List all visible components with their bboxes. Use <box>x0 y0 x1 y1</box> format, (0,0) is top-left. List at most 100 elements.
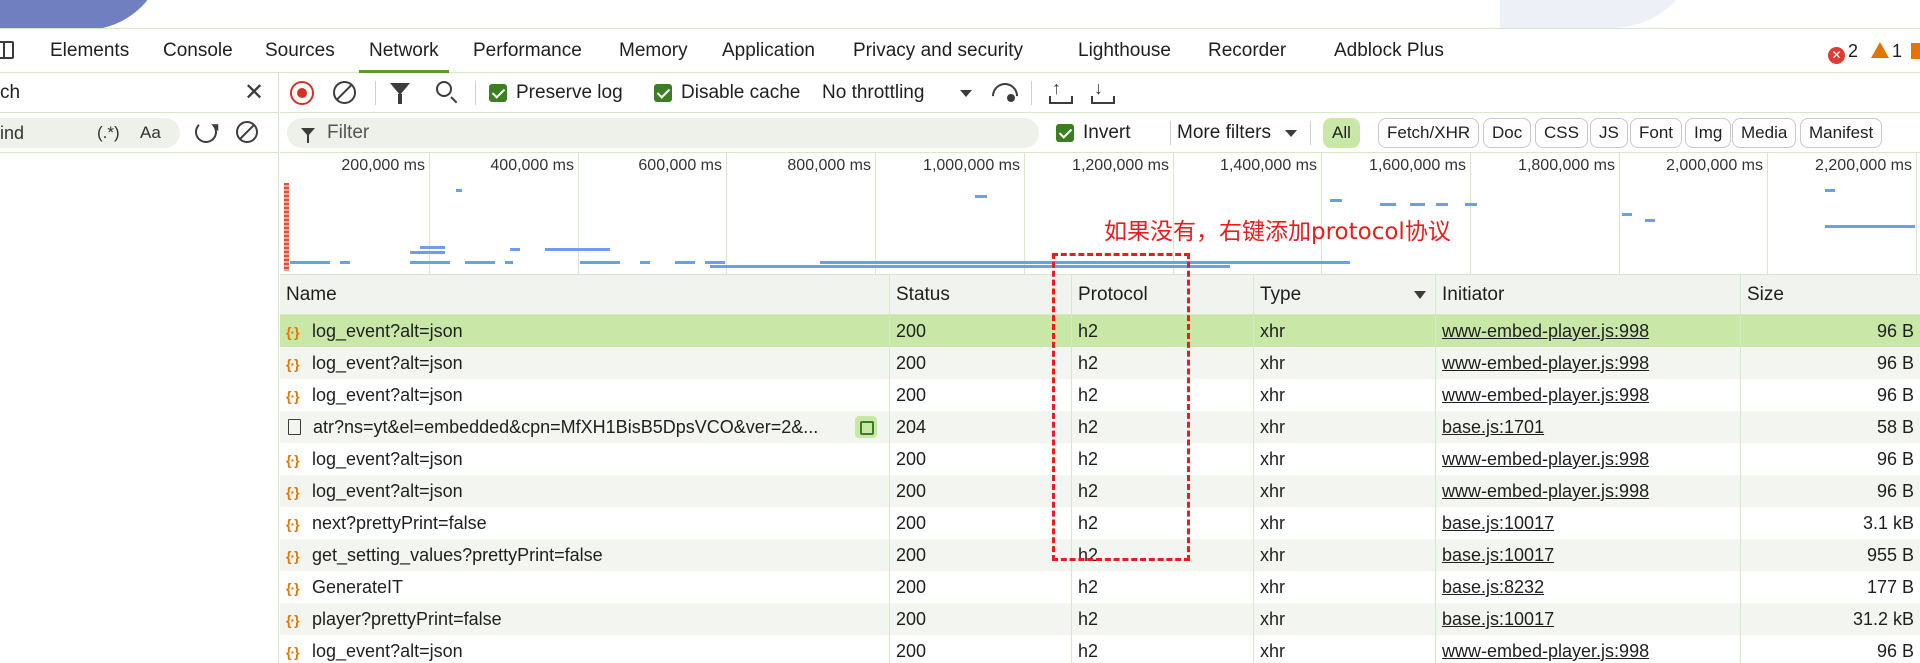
timeline-request-bar <box>1645 219 1655 222</box>
xhr-icon: {·} <box>286 484 300 500</box>
filter-type-css[interactable]: CSS <box>1535 118 1588 148</box>
export-har-icon[interactable] <box>1091 78 1115 104</box>
issues-icon <box>1911 43 1920 59</box>
tab-network[interactable]: Network <box>359 29 449 73</box>
timeline-tick-label: 1,400,000 ms <box>1220 157 1317 174</box>
tab-sources[interactable]: Sources <box>265 29 335 73</box>
cell-type: xhr <box>1253 379 1435 411</box>
cell-initiator[interactable]: base.js:8232 <box>1435 571 1740 603</box>
cell-name[interactable]: {·} log_event?alt=json <box>280 347 889 379</box>
tab-performance[interactable]: Performance <box>473 29 582 73</box>
cell-type: xhr <box>1253 443 1435 475</box>
timeline-request-bar <box>1330 199 1342 202</box>
invert-checkbox[interactable] <box>1056 124 1074 142</box>
timeline-gridline <box>578 153 579 274</box>
issues-counter[interactable]: ✕ 2 ! 1 <box>1828 29 1920 73</box>
refresh-icon[interactable] <box>195 121 217 143</box>
clear-log-icon[interactable] <box>333 81 356 104</box>
tab-privacy-and-security[interactable]: Privacy and security <box>853 29 1023 73</box>
cell-name[interactable]: {·} log_event?alt=json <box>280 635 889 663</box>
timeline-request-bar <box>580 261 610 264</box>
close-icon[interactable]: ✕ <box>244 77 264 109</box>
network-conditions-icon[interactable] <box>992 83 1016 103</box>
cell-initiator[interactable]: www-embed-player.js:998 <box>1435 379 1740 411</box>
filter-type-manifest[interactable]: Manifest <box>1800 118 1883 148</box>
tab-adblock-plus[interactable]: Adblock Plus <box>1334 29 1444 73</box>
throttling-select[interactable]: No throttling <box>822 73 924 113</box>
filter-field[interactable] <box>287 118 1039 148</box>
cell-name[interactable]: {·} log_event?alt=json <box>280 443 889 475</box>
cell-initiator[interactable]: base.js:1701 <box>1435 411 1740 443</box>
filter-type-js[interactable]: JS <box>1590 118 1628 148</box>
filter-type-doc[interactable]: Doc <box>1483 118 1532 148</box>
cell-size: 96 B <box>1740 347 1920 379</box>
request-name: log_event?alt=json <box>312 353 463 373</box>
table-row[interactable]: {·} log_event?alt=json 200 h2 xhr www-embed-p… <box>280 635 1920 663</box>
match-case-toggle[interactable]: Aa <box>140 118 161 148</box>
cell-name[interactable]: {·} log_event?alt=json <box>280 315 889 347</box>
filter-type-all[interactable]: All <box>1323 118 1360 148</box>
cell-initiator[interactable]: www-embed-player.js:998 <box>1435 315 1740 347</box>
cell-name[interactable]: {·} get_setting_values?prettyPrint=false <box>280 539 889 571</box>
cell-initiator[interactable]: www-embed-player.js:998 <box>1435 443 1740 475</box>
disable-cache-checkbox[interactable] <box>654 84 672 102</box>
cell-size: 96 B <box>1740 315 1920 347</box>
cell-initiator[interactable]: www-embed-player.js:998 <box>1435 347 1740 379</box>
filter-icon[interactable] <box>390 83 410 104</box>
more-filters-button[interactable]: More filters <box>1177 113 1271 153</box>
cell-initiator[interactable]: www-embed-player.js:998 <box>1435 475 1740 507</box>
xhr-icon: {·} <box>286 388 300 404</box>
request-name: player?prettyPrint=false <box>312 609 502 629</box>
regex-toggle[interactable]: (.*) <box>97 118 120 148</box>
extension-icon[interactable] <box>855 416 877 438</box>
cell-initiator[interactable]: base.js:10017 <box>1435 539 1740 571</box>
cell-name[interactable]: {·} log_event?alt=json <box>280 475 889 507</box>
filter-type-fetch-xhr[interactable]: Fetch/XHR <box>1378 118 1480 148</box>
timeline-request-bar <box>1825 189 1835 192</box>
clear-icon[interactable] <box>236 121 258 143</box>
chevron-down-icon[interactable] <box>1285 130 1297 137</box>
cell-name[interactable]: atr?ns=yt&el=embedded&cpn=MfXH1BisB5DpsV… <box>280 411 889 443</box>
table-row[interactable]: {·} GenerateIT 200 h2 xhr base.js:8232 177 B <box>280 571 1920 603</box>
filter-type-img[interactable]: Img <box>1685 118 1732 148</box>
cell-name[interactable]: {·} next?prettyPrint=false <box>280 507 889 539</box>
toolbar-divider <box>475 81 476 105</box>
request-name: atr?ns=yt&el=embedded&cpn=MfXH1BisB5DpsV… <box>313 417 819 437</box>
filter-type-font[interactable]: Font <box>1630 118 1683 148</box>
filter-type-media[interactable]: Media <box>1732 118 1797 148</box>
filter-input[interactable] <box>327 118 1027 148</box>
cell-name[interactable]: {·} player?prettyPrint=false <box>280 603 889 635</box>
cell-name[interactable]: {·} GenerateIT <box>280 571 889 603</box>
request-name: log_event?alt=json <box>312 449 463 469</box>
cell-type: xhr <box>1253 347 1435 379</box>
cell-status: 200 <box>889 507 1071 539</box>
preserve-log-label: Preserve log <box>516 82 623 103</box>
column-header-size[interactable]: Size <box>1740 275 1920 315</box>
cell-status: 200 <box>889 539 1071 571</box>
xhr-icon: {·} <box>286 324 300 340</box>
import-har-icon[interactable] <box>1049 78 1073 104</box>
search-panel-controls: ind (.*) Aa <box>0 113 279 153</box>
cell-initiator[interactable]: base.js:10017 <box>1435 507 1740 539</box>
tab-lighthouse[interactable]: Lighthouse <box>1078 29 1171 73</box>
table-row[interactable]: {·} player?prettyPrint=false 200 h2 xhr base.… <box>280 603 1920 635</box>
tab-console[interactable]: Console <box>163 29 233 73</box>
tab-application[interactable]: Application <box>722 29 815 73</box>
chevron-down-icon[interactable] <box>960 90 972 97</box>
dock-side-icon[interactable] <box>0 41 14 59</box>
record-icon[interactable] <box>290 81 314 105</box>
cell-name[interactable]: {·} log_event?alt=json <box>280 379 889 411</box>
cell-initiator[interactable]: base.js:10017 <box>1435 603 1740 635</box>
annotation-text: 如果没有，右键添加protocol协议 <box>1104 219 1451 245</box>
tab-memory[interactable]: Memory <box>619 29 688 73</box>
search-icon[interactable] <box>436 81 452 97</box>
column-header-initiator[interactable]: Initiator <box>1435 275 1740 315</box>
tab-recorder[interactable]: Recorder <box>1208 29 1286 73</box>
cell-initiator[interactable]: www-embed-player.js:998 <box>1435 635 1740 663</box>
search-input[interactable]: ind (.*) Aa <box>0 118 180 148</box>
tab-elements[interactable]: Elements <box>50 29 129 73</box>
column-header-type[interactable]: Type <box>1253 275 1435 315</box>
preserve-log-checkbox[interactable] <box>489 84 507 102</box>
column-header-name[interactable]: Name <box>280 275 889 315</box>
column-header-status[interactable]: Status <box>889 275 1071 315</box>
